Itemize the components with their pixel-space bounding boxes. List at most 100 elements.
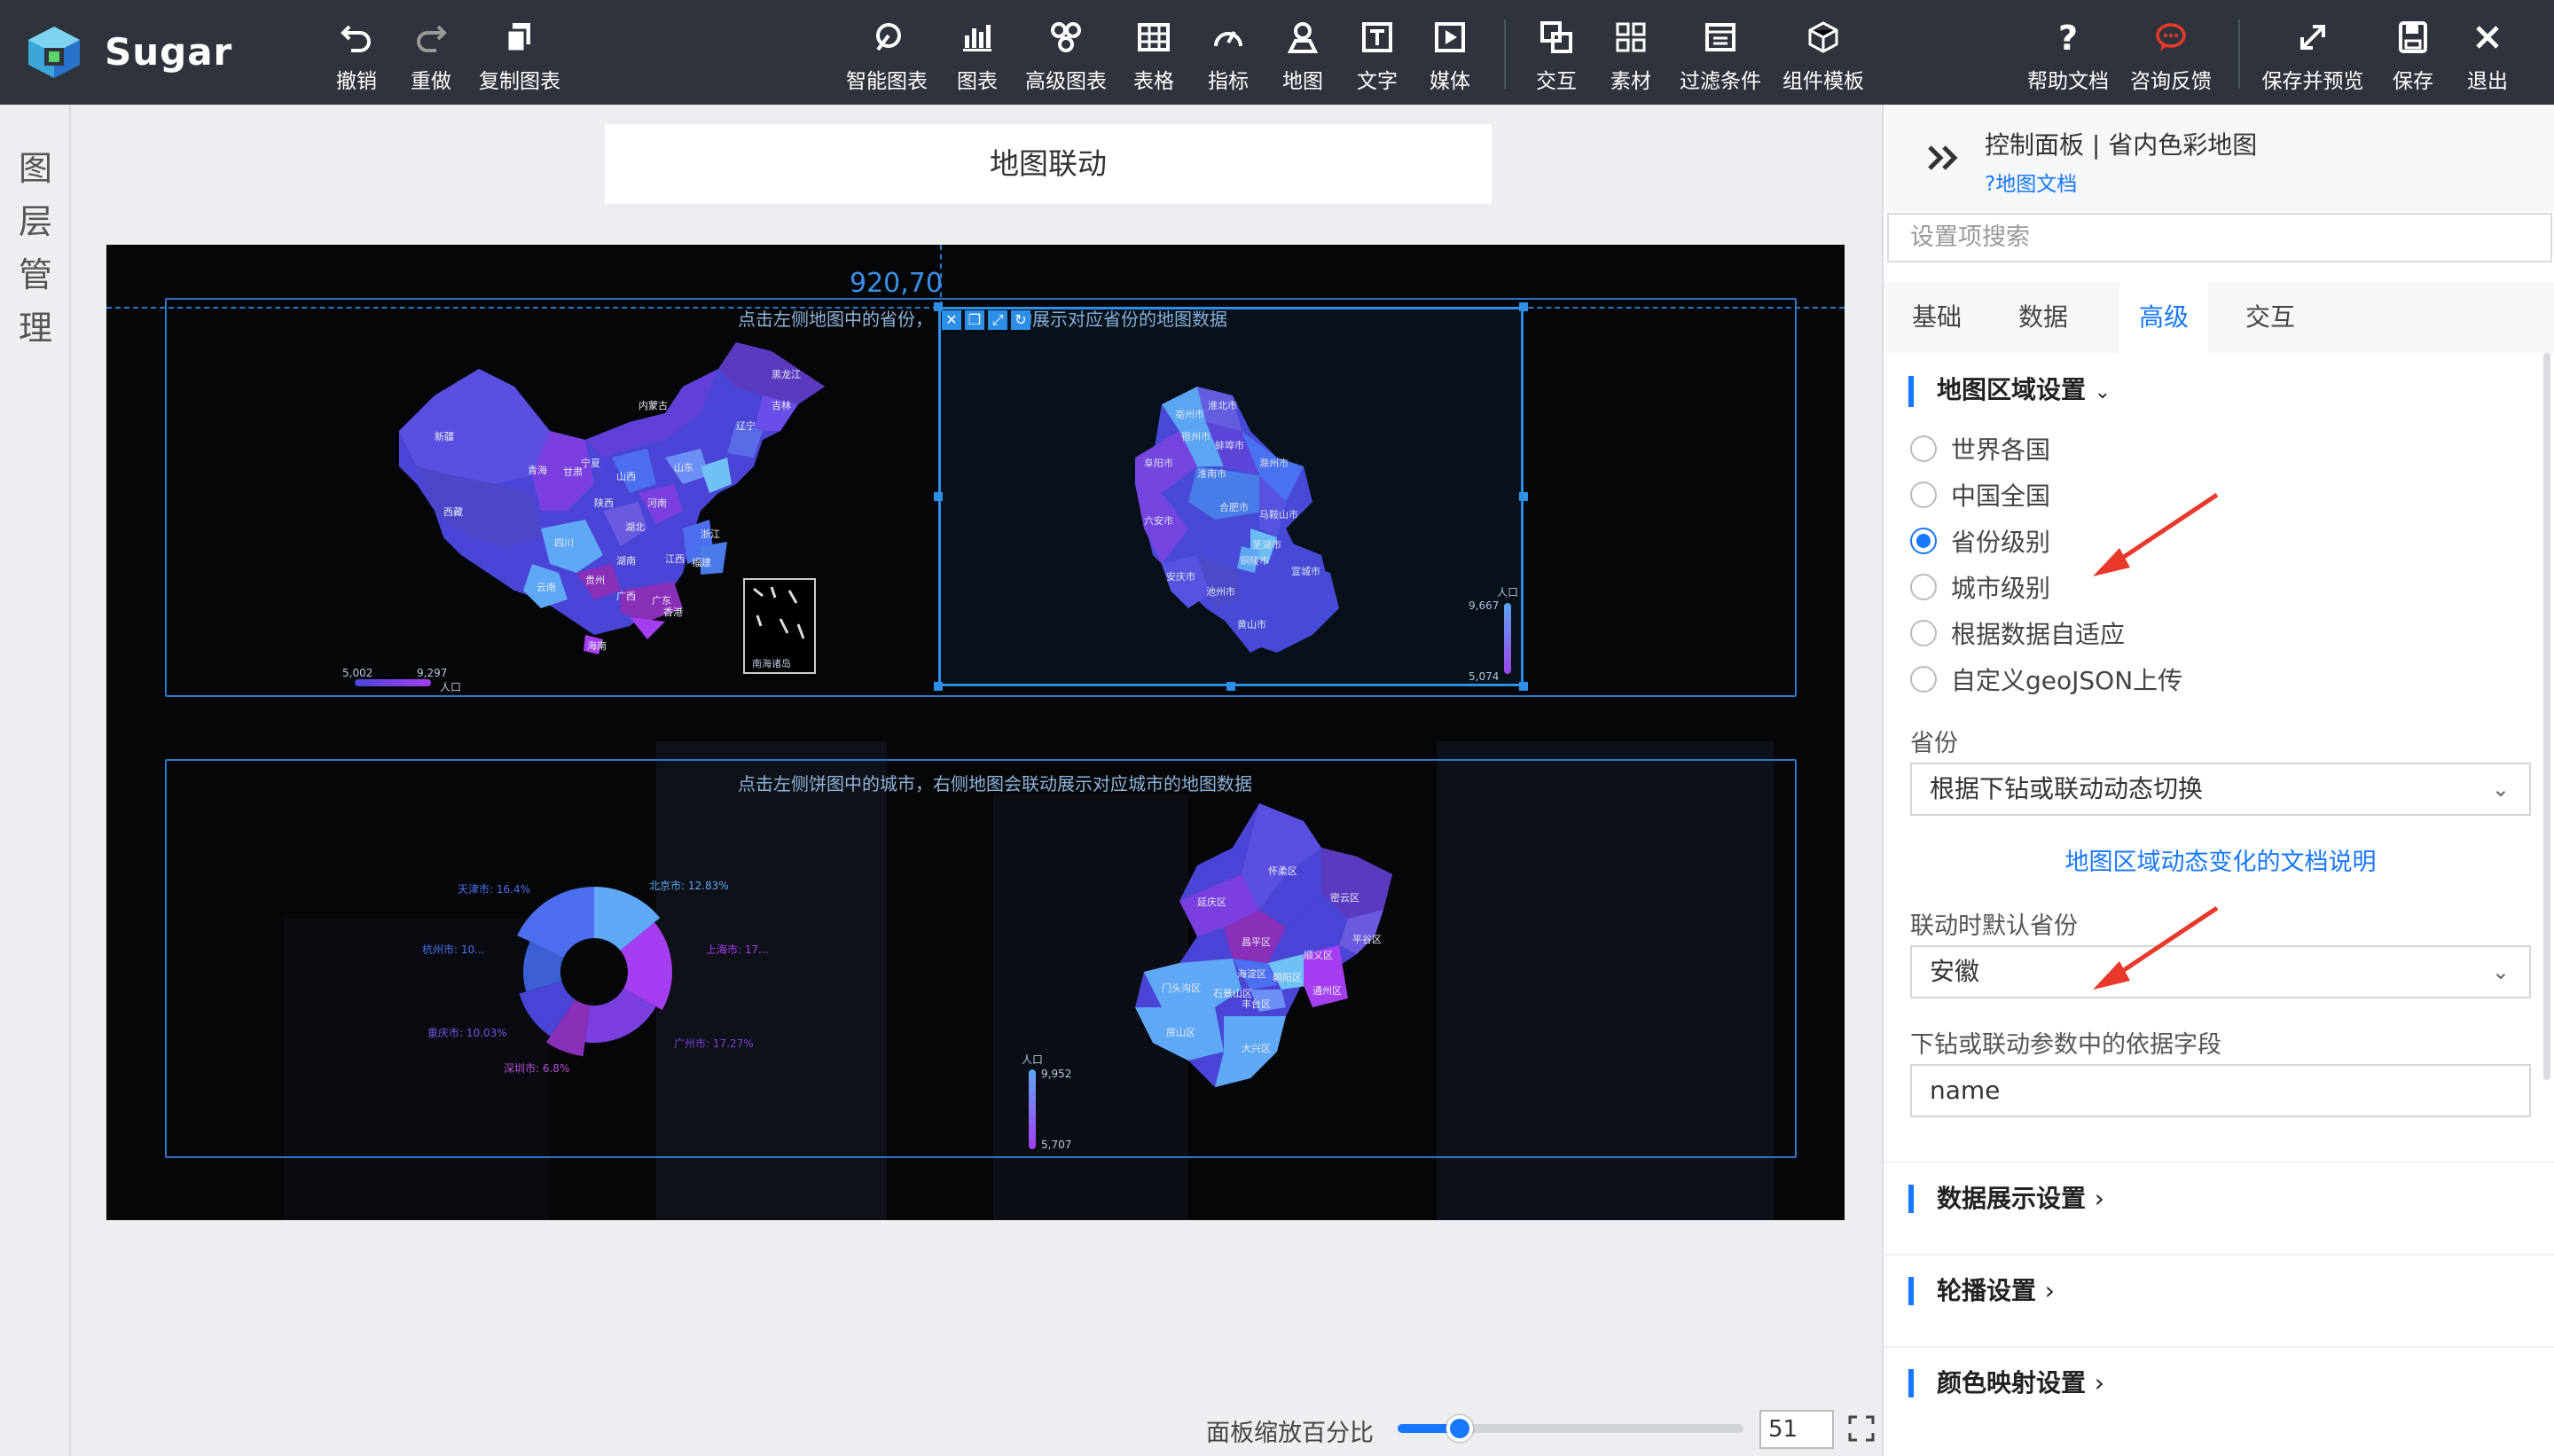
field-input[interactable]: name	[1910, 1064, 2531, 1117]
fullscreen-icon[interactable]	[1846, 1413, 1876, 1444]
china-legend-bar[interactable]	[355, 679, 431, 686]
map-region-label: 昌平区	[1242, 936, 1271, 948]
tab-advanced[interactable]: 高级	[2119, 282, 2208, 353]
beijing-legend-bar[interactable]	[1029, 1069, 1036, 1149]
map-region-label: 山西	[616, 471, 636, 482]
help-docs-button[interactable]: ? 帮助文档	[2024, 20, 2112, 94]
resize-handle[interactable]	[1519, 682, 1528, 691]
smart-chart-button[interactable]: 智能图表	[842, 20, 931, 94]
page-title[interactable]: 地图联动	[605, 124, 1492, 204]
china-legend-min: 5,002	[342, 667, 373, 679]
tab-data[interactable]: 数据	[1990, 282, 2096, 353]
redo-button[interactable]: 重做	[406, 20, 456, 94]
map-region-label: 浙江	[701, 528, 720, 540]
text-icon	[1362, 22, 1392, 52]
section-label: 轮播设置	[1937, 1276, 2037, 1305]
color-mapping-section-header[interactable]: 颜色映射设置 ›	[1908, 1369, 2104, 1397]
radio-auto[interactable]: 根据数据自适应	[1910, 617, 2125, 653]
advanced-chart-icon	[1051, 22, 1081, 52]
map-button[interactable]: 地图	[1281, 20, 1325, 94]
map-region-label: 广西	[616, 591, 636, 602]
undo-button[interactable]: 撤销	[332, 20, 381, 94]
layer-management-label: 图 层 管 理	[0, 142, 71, 355]
fullscreen-component-icon[interactable]: ⤢	[988, 310, 1007, 330]
save-icon	[2399, 21, 2427, 53]
pie-label: 重庆市: 10.03%	[427, 1027, 507, 1039]
chevron-down-icon: ⌄	[2094, 381, 2111, 403]
advanced-chart-button[interactable]: 高级图表	[1022, 20, 1110, 94]
province-select-value: 根据下钻或联动动态切换	[1930, 774, 2204, 803]
chart-button[interactable]: 图表	[952, 20, 1002, 94]
islands-graphic	[753, 586, 805, 639]
tab-basic[interactable]: 基础	[1884, 282, 1990, 353]
zoom-slider-thumb[interactable]	[1445, 1415, 1473, 1442]
beijing-map[interactable]: 延庆区 怀柔区 密云区 昌平区 顺义区 平谷区 门头沟区 海淀区 石景山区 朝阳…	[1126, 795, 1463, 1114]
resize-handle[interactable]	[1519, 302, 1528, 311]
assets-button[interactable]: 素材	[1609, 20, 1653, 94]
radio-city[interactable]: 城市级别	[1910, 571, 2050, 607]
data-display-section-header[interactable]: 数据展示设置 ›	[1908, 1185, 2104, 1213]
resize-handle[interactable]	[934, 682, 943, 691]
radio-circle	[1910, 666, 1937, 693]
redo-label: 重做	[411, 70, 451, 93]
china-legend-max: 9,297	[417, 667, 448, 679]
tab-interaction[interactable]: 交互	[2217, 282, 2323, 353]
radio-province[interactable]: 省份级别	[1910, 525, 2050, 560]
map-region-label: 贵州	[585, 575, 605, 586]
toolbar-divider	[1504, 20, 1506, 89]
media-button[interactable]: 媒体	[1428, 20, 1472, 94]
component-template-button[interactable]: 组件模板	[1779, 20, 1868, 94]
bottom-chart-panel[interactable]	[165, 759, 1797, 1158]
exit-button[interactable]: 退出	[2465, 20, 2510, 94]
map-region-label: 海淀区	[1237, 967, 1266, 980]
field-label: 下钻或联动参数中的依据字段	[1910, 1031, 2221, 1059]
map-area-heading: 地图区域设置	[1937, 375, 2087, 404]
feedback-button[interactable]: 咨询反馈	[2127, 20, 2215, 94]
text-button[interactable]: 文字	[1355, 20, 1399, 94]
map-region-label: 陕西	[594, 497, 614, 509]
resize-handle[interactable]	[934, 492, 943, 501]
save-button[interactable]: 保存	[2391, 20, 2435, 94]
resize-handle[interactable]	[1519, 492, 1528, 501]
carousel-section-header[interactable]: 轮播设置 ›	[1908, 1277, 2055, 1305]
filters-button[interactable]: 过滤条件	[1676, 20, 1765, 94]
radio-china[interactable]: 中国全国	[1910, 479, 2050, 514]
delete-component-icon[interactable]: ✕	[942, 310, 961, 330]
map-region-label: 湖北	[625, 521, 645, 533]
dynamic-area-doc-link[interactable]: 地图区域动态变化的文档说明	[1910, 842, 2531, 877]
radio-circle	[1910, 620, 1937, 646]
smart-chart-label: 智能图表	[846, 70, 928, 93]
zoom-percent-input[interactable]: 51	[1759, 1410, 1834, 1449]
control-panel-header: 控制面板 | 省内色彩地图 ?地图文档	[1884, 105, 2554, 211]
beijing-legend-title: 人口	[1022, 1053, 1044, 1066]
collapse-panel-icon[interactable]	[1924, 140, 1963, 176]
map-doc-link[interactable]: ?地图文档	[1985, 167, 2077, 197]
map-area-section-header[interactable]: 地图区域设置 ⌄	[1908, 376, 2111, 407]
undo-label: 撤销	[336, 70, 377, 93]
interaction-icon	[1540, 21, 1572, 53]
copy-chart-button[interactable]: 复制图表	[475, 20, 564, 94]
top-panel-caption-left: 点击左侧地图中的省份，	[738, 309, 933, 330]
radio-geojson[interactable]: 自定义geoJSON上传	[1910, 663, 2182, 699]
map-region-label: 西藏	[443, 506, 463, 518]
province-select[interactable]: 根据下钻或联动动态切换 ⌄	[1910, 763, 2531, 816]
refresh-component-icon[interactable]: ↻	[1011, 310, 1030, 330]
panel-scrollbar[interactable]	[2543, 353, 2550, 1080]
resize-handle[interactable]	[1226, 682, 1235, 691]
china-legend-title: 人口	[440, 681, 462, 693]
copy-component-icon[interactable]: ❐	[965, 310, 984, 330]
layer-management-rail[interactable]: 图 层 管 理	[0, 105, 71, 1456]
selected-component-frame[interactable]	[938, 307, 1524, 686]
interaction-button[interactable]: 交互	[1534, 20, 1579, 94]
metric-button[interactable]: 指标	[1206, 20, 1250, 94]
city-donut-chart[interactable]	[505, 883, 683, 1061]
map-region-label: 河南	[647, 497, 667, 509]
undo-icon	[341, 25, 371, 52]
dashboard-screen[interactable]: 920,70 点击左侧地图中的省份， 动展示对应省份的地图数据 新疆 西藏 青海…	[106, 245, 1845, 1220]
save-preview-button[interactable]: 保存并预览	[2260, 20, 2366, 94]
radio-world[interactable]: 世界各国	[1910, 433, 2050, 468]
table-button[interactable]: 表格	[1132, 20, 1176, 94]
zoom-slider[interactable]	[1398, 1415, 1743, 1442]
table-label: 表格	[1133, 70, 1174, 93]
settings-search-input[interactable]: 设置项搜索	[1887, 213, 2552, 262]
